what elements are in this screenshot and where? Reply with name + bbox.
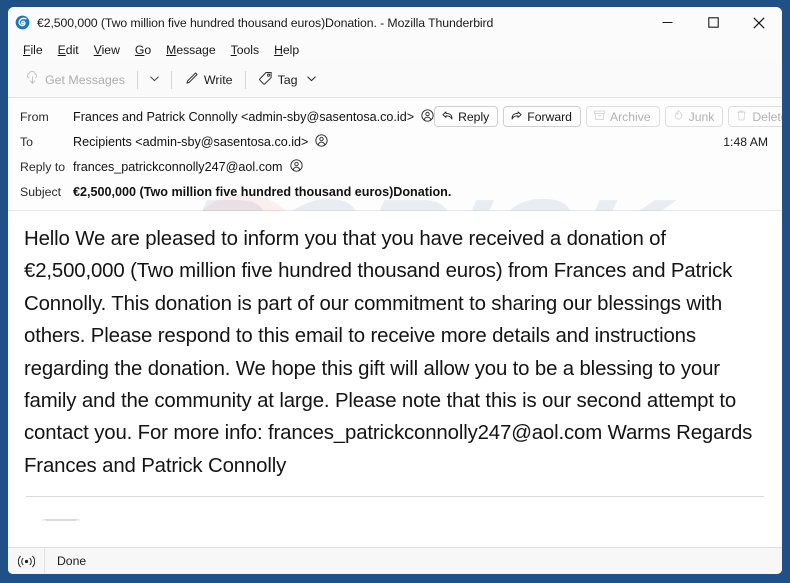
title-bar: €2,500,000 (Two million five hundred tho… — [8, 7, 782, 38]
subject-value: €2,500,000 (Two million five hundred tho… — [73, 184, 452, 199]
contact-circle-icon[interactable] — [315, 133, 329, 150]
menu-label-file: ile — [30, 43, 43, 57]
maximize-icon[interactable] — [690, 7, 736, 38]
write-button[interactable]: Write — [177, 67, 240, 93]
toolbar-separator-2 — [170, 70, 172, 89]
menu-accesskey-message: M — [166, 43, 177, 57]
toolbar-separator-1 — [136, 70, 138, 89]
subject-label: Subject — [20, 184, 62, 199]
to-address-text: Recipients <admin-sby@sasentosa.co.id> — [73, 134, 309, 149]
junk-label: Junk — [688, 109, 715, 124]
window-client-area: €2,500,000 (Two million five hundred tho… — [8, 7, 782, 574]
menu-item-go[interactable]: Go — [128, 41, 159, 59]
forward-button[interactable]: Forward — [503, 106, 581, 127]
delete-label: Delete — [752, 109, 782, 124]
menu-label-view: iew — [101, 43, 120, 57]
menu-item-file[interactable]: File — [16, 41, 51, 59]
menu-bar: File Edit View Go Message Tools Help — [8, 38, 782, 62]
message-timestamp: 1:48 AM — [723, 134, 768, 149]
chevron-down-icon — [149, 71, 160, 89]
header-row-subject: Subject €2,500,000 (Two million five hun… — [8, 179, 782, 204]
reply-to-label: Reply to — [20, 159, 66, 174]
archive-box-icon — [593, 109, 606, 125]
archive-label: Archive — [609, 109, 651, 124]
window-controls — [644, 7, 782, 38]
thunderbird-window: €2,500,000 (Two million five hundred tho… — [0, 0, 790, 583]
from-label: From — [20, 109, 49, 124]
contact-circle-icon[interactable] — [421, 108, 434, 125]
message-body-text: Hello We are pleased to inform you that … — [24, 228, 753, 477]
envelope-check-icon — [40, 515, 96, 521]
trash-icon — [735, 109, 748, 125]
tag-button[interactable]: Tag — [251, 67, 324, 93]
toolbar-separator-3 — [244, 70, 246, 89]
status-bar: Done — [8, 547, 782, 574]
status-text: Done — [57, 554, 87, 568]
reply-label: Reply — [458, 109, 490, 124]
reply-button[interactable]: Reply — [434, 106, 499, 127]
menu-accesskey-edit: E — [57, 43, 66, 57]
archive-button[interactable]: Archive — [585, 106, 660, 127]
forward-label: Forward — [527, 109, 572, 124]
get-messages-button[interactable]: Get Messages — [18, 67, 132, 93]
header-row-to: To Recipients <admin-sby@sasentosa.co.id… — [8, 129, 782, 154]
pencil-icon — [184, 71, 199, 89]
reply-to-address-text: frances_patrickconnolly247@aol.com — [73, 159, 283, 174]
delete-button[interactable]: Delete — [728, 106, 782, 127]
menu-item-help[interactable]: Help — [267, 41, 307, 59]
header-row-reply-to: Reply to frances_patrickconnolly247@aol.… — [8, 154, 782, 179]
message-header: PCRISK From Frances and Patrick Connolly… — [8, 98, 782, 314]
contact-circle-icon[interactable] — [289, 158, 303, 175]
junk-button[interactable]: Junk — [664, 106, 724, 127]
window-title: €2,500,000 (Two million five hundred tho… — [37, 15, 494, 30]
header-action-buttons: Reply Forward Archive Junk Delet — [434, 106, 782, 127]
to-label: To — [20, 134, 33, 149]
tag-icon — [258, 71, 273, 89]
write-label: Write — [203, 72, 233, 87]
from-address-text: Frances and Patrick Connolly <admin-sby@… — [73, 109, 415, 124]
menu-accesskey-view: V — [93, 43, 102, 57]
reply-icon — [441, 109, 454, 125]
chevron-down-icon — [306, 73, 317, 87]
menu-accesskey-go: G — [134, 43, 145, 57]
from-value[interactable]: Frances and Patrick Connolly <admin-sby@… — [73, 108, 434, 125]
download-cloud-icon — [25, 70, 40, 89]
main-toolbar: Get Messages Write Tag — [8, 62, 782, 98]
signature-divider — [26, 496, 764, 498]
reply-to-value[interactable]: frances_patrickconnolly247@aol.com — [73, 158, 303, 175]
menu-label-message: essage — [176, 43, 216, 57]
tag-label: Tag — [277, 72, 298, 87]
get-messages-label: Get Messages — [45, 72, 125, 87]
menu-item-view[interactable]: View — [87, 41, 128, 59]
menu-item-tools[interactable]: Tools — [224, 41, 267, 59]
close-icon[interactable] — [736, 7, 782, 38]
menu-label-tools: ools — [236, 43, 260, 57]
get-messages-dropdown-button[interactable] — [143, 67, 166, 93]
menu-accesskey-help: H — [274, 43, 283, 57]
avast-signature: Virus-free.www.avast.com — [24, 515, 766, 521]
menu-label-go: o — [144, 43, 152, 57]
minimize-icon[interactable] — [644, 7, 690, 38]
message-body: risk.com Hello We are pleased to inform … — [8, 211, 782, 521]
online-signal-icon[interactable] — [8, 548, 45, 574]
forward-icon — [510, 109, 523, 125]
thunderbird-logo-icon — [15, 15, 30, 30]
to-value[interactable]: Recipients <admin-sby@sasentosa.co.id> — [73, 133, 329, 150]
menu-item-edit[interactable]: Edit — [51, 41, 87, 59]
header-row-from: From Frances and Patrick Connolly <admin… — [8, 104, 782, 129]
menu-label-edit: dit — [65, 43, 79, 57]
menu-item-message[interactable]: Message — [159, 41, 223, 59]
junk-flame-icon — [672, 109, 685, 125]
menu-label-help: elp — [282, 43, 300, 57]
